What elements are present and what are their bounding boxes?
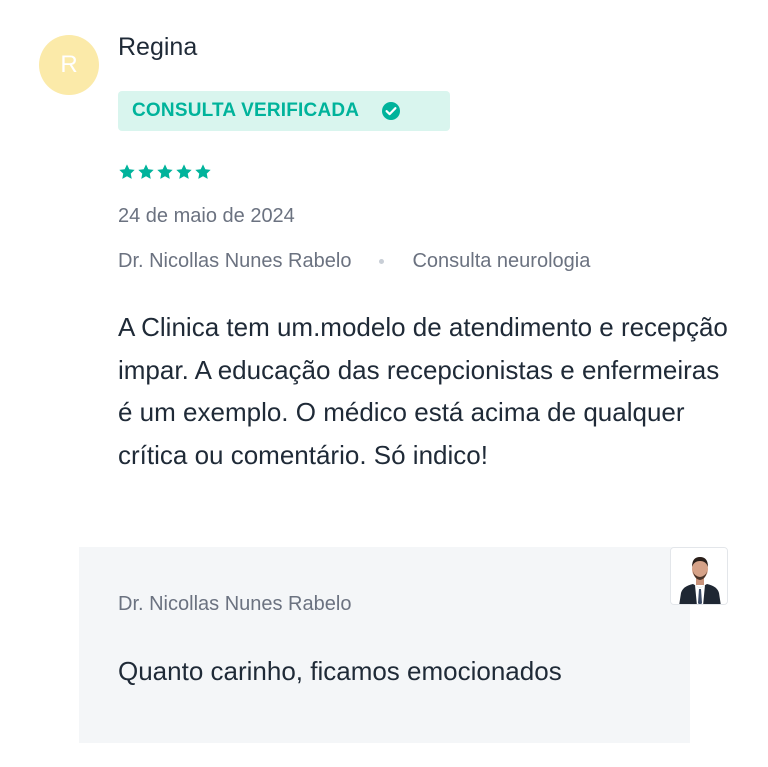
check-circle-icon bbox=[382, 102, 401, 120]
star-icon bbox=[119, 164, 135, 179]
doctor-reply: Dr. Nicollas Nunes Rabelo Quanto carinho… bbox=[79, 547, 690, 743]
star-icon bbox=[176, 164, 192, 179]
review-text: A Clinica tem um.modelo de atendimento e… bbox=[118, 312, 728, 470]
star-icon bbox=[157, 164, 173, 179]
reply-text: Quanto carinho, ficamos emocionados bbox=[118, 656, 562, 686]
avatar-initial: R bbox=[60, 51, 78, 78]
reviewer-avatar: R bbox=[39, 35, 99, 95]
reply-author: Dr. Nicollas Nunes Rabelo bbox=[118, 593, 352, 615]
dot-icon bbox=[379, 259, 385, 264]
rating-stars bbox=[118, 163, 212, 181]
star-icon bbox=[195, 164, 211, 179]
verified-badge-label: CONSULTA VERIFICADA bbox=[132, 100, 360, 121]
review-date: 24 de maio de 2024 bbox=[118, 205, 295, 227]
reviewer-name: Regina bbox=[118, 33, 198, 61]
review-meta: Dr. Nicollas Nunes Rabelo Consulta neuro… bbox=[118, 250, 590, 273]
service-name: Consulta neurologia bbox=[412, 250, 591, 272]
doctor-name-link[interactable]: Dr. Nicollas Nunes Rabelo bbox=[118, 250, 351, 273]
star-icon bbox=[138, 164, 154, 179]
doctor-avatar-icon bbox=[670, 547, 728, 605]
verified-badge: CONSULTA VERIFICADA bbox=[118, 91, 450, 131]
